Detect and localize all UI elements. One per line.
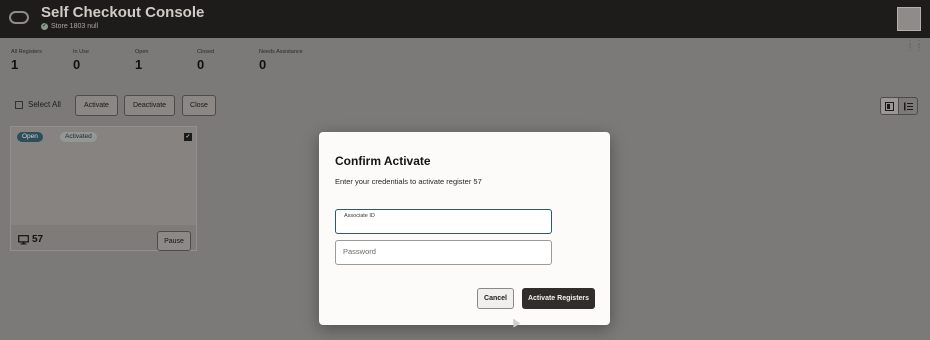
associate-id-field[interactable]: Associate ID — [335, 209, 552, 234]
stat-label: All Registers — [11, 49, 42, 55]
list-view-button[interactable] — [899, 98, 917, 114]
monitor-icon — [18, 234, 29, 244]
status-badge: Open — [17, 132, 43, 142]
cancel-button[interactable]: Cancel — [477, 288, 514, 309]
register-number-label: 57 — [32, 234, 44, 245]
stat-all-registers: All Registers 1 — [11, 49, 42, 72]
check-circle-icon: ✓ — [41, 23, 48, 30]
user-avatar[interactable] — [897, 7, 921, 31]
dialog-title: Confirm Activate — [335, 154, 431, 168]
activate-button[interactable]: Activate — [75, 95, 118, 116]
app-header: Self Checkout Console ✓ Store 1803 null — [0, 0, 930, 38]
stat-value: 0 — [259, 57, 267, 72]
register-card[interactable]: Open Activated ✓ 57 Pause — [10, 126, 197, 251]
activate-registers-button[interactable]: Activate Registers — [522, 288, 595, 309]
password-field[interactable] — [335, 240, 552, 265]
close-button[interactable]: Close — [182, 95, 216, 116]
pause-button[interactable]: Pause — [157, 231, 191, 251]
view-toggle — [880, 97, 918, 115]
associate-id-input[interactable] — [343, 220, 543, 227]
select-all-label: Select All — [28, 100, 61, 109]
card-view-icon — [885, 101, 895, 111]
deactivate-button[interactable]: Deactivate — [124, 95, 175, 116]
confirm-activate-dialog: Confirm Activate Enter your credentials … — [319, 132, 610, 325]
select-all-checkbox[interactable] — [15, 100, 23, 109]
card-view-button[interactable] — [881, 98, 900, 114]
stat-value: 0 — [73, 57, 81, 72]
stat-value: 0 — [197, 57, 205, 72]
stat-label: Needs Assistance — [259, 49, 303, 55]
stat-value: 1 — [11, 57, 19, 72]
list-view-icon — [903, 102, 913, 110]
stat-in-use: In Use 0 — [73, 49, 89, 72]
store-indicator: ✓ Store 1803 null — [41, 23, 98, 30]
stat-closed: Closed 0 — [197, 49, 214, 72]
dialog-message: Enter your credentials to activate regis… — [335, 177, 482, 186]
stat-open: Open 1 — [135, 49, 148, 72]
password-input[interactable] — [343, 247, 543, 256]
store-label: Store 1803 null — [51, 23, 99, 30]
stat-label: Closed — [197, 49, 215, 55]
stat-value: 1 — [135, 57, 143, 72]
select-all-control[interactable]: Select All — [15, 100, 61, 109]
stat-label: Open — [135, 49, 149, 55]
activation-badge: Activated — [60, 132, 97, 142]
drag-handle-icon[interactable]: ⋮⋮ ⋮⋮ — [906, 40, 923, 56]
oracle-logo-icon — [9, 11, 29, 24]
stat-needs-assistance: Needs Assistance 0 — [259, 49, 303, 72]
register-checkbox[interactable]: ✓ — [184, 133, 192, 141]
app-title: Self Checkout Console — [41, 4, 205, 21]
associate-id-label: Associate ID — [344, 213, 375, 219]
register-number: 57 — [18, 234, 43, 245]
stat-label: In Use — [73, 49, 89, 55]
